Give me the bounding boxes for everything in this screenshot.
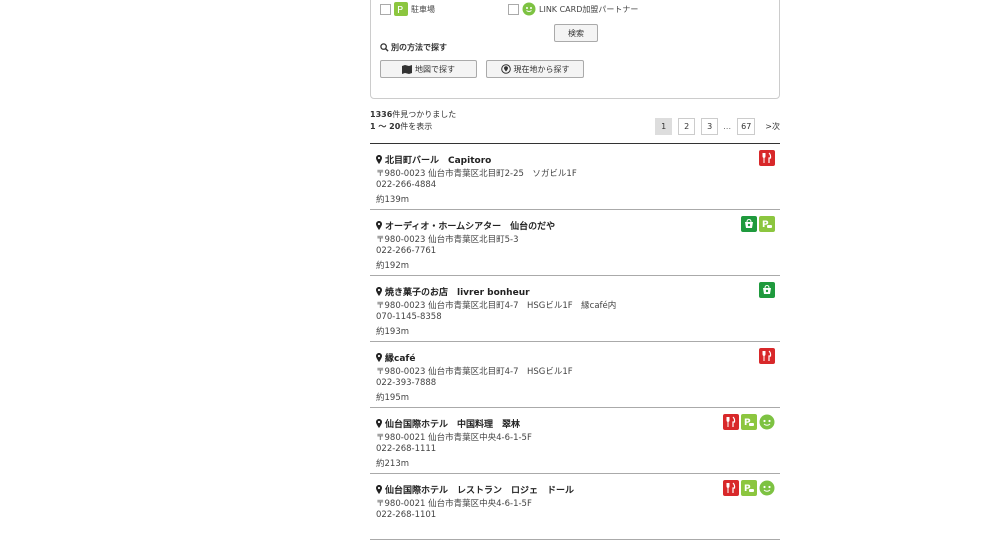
map-marker-icon (376, 287, 382, 296)
category-icons: P (721, 480, 775, 496)
shop-address: 〒980-0023 仙台市青葉区北目町2-25 ソガビル1F (376, 169, 577, 179)
next-page-link[interactable]: >次 (765, 121, 780, 132)
category-icons (757, 150, 775, 166)
shop-distance: 約139m (376, 195, 410, 205)
list-item: 焼き菓子のお店 livrer bonheur 〒980-0023 仙台市青葉区北… (370, 276, 780, 342)
shopping-icon (741, 216, 757, 232)
link-card-filter-label: LINK CARD加盟パートナー (539, 4, 639, 14)
parking-checkbox[interactable] (380, 3, 391, 15)
shop-name: 焼き菓子のお店 livrer bonheur (385, 288, 530, 298)
link-card-icon (759, 414, 775, 430)
location-pin-icon (500, 64, 511, 74)
shop-name-link[interactable]: 仙台国際ホテル レストラン ロジェ ドール (376, 483, 574, 496)
shop-distance: 約192m (376, 261, 410, 271)
svg-text:P: P (744, 484, 751, 494)
parking-icon: P (741, 480, 757, 496)
found-count: 1336 (370, 110, 393, 119)
shop-address: 〒980-0023 仙台市青葉区北目町4-7 HSGビル1F (376, 367, 573, 377)
pagination: 1 2 3 … 67 >次 (649, 118, 780, 135)
food-icon (723, 480, 739, 496)
range-text: 1 〜 20 (370, 122, 401, 131)
page-3[interactable]: 3 (701, 118, 719, 135)
map-marker-icon (376, 419, 382, 428)
link-card-checkbox[interactable] (508, 3, 519, 15)
map-marker-icon (376, 485, 382, 494)
food-icon (759, 150, 775, 166)
food-icon (759, 348, 775, 364)
found-suffix: 件見つかりました (392, 110, 457, 119)
page-1[interactable]: 1 (655, 118, 673, 135)
shop-phone: 022-268-1111 (376, 444, 437, 454)
location-search-button[interactable]: 現在地から探す (486, 60, 584, 78)
svg-text:P: P (397, 5, 403, 15)
search-panel: P 駐車場 LINK CARD加盟パートナー 検索 別の方法で探す 地図で探す … (370, 0, 780, 99)
shop-name: 縁café (385, 354, 416, 364)
map-marker-icon (376, 353, 382, 362)
page-last[interactable]: 67 (737, 118, 756, 135)
shop-name-link[interactable]: 焼き菓子のお店 livrer bonheur (376, 285, 530, 298)
food-icon (723, 414, 739, 430)
map-icon (402, 64, 412, 74)
svg-text:P: P (744, 418, 751, 428)
shop-name: 仙台国際ホテル 中国料理 翠林 (385, 420, 521, 430)
shop-name: 仙台国際ホテル レストラン ロジェ ドール (385, 486, 575, 496)
shop-address: 〒980-0023 仙台市青葉区北目町4-7 HSGビル1F 縁café内 (376, 301, 617, 311)
shop-phone: 022-266-4884 (376, 180, 437, 190)
shop-name-link[interactable]: オーディオ・ホームシアター 仙台のだや (376, 219, 555, 232)
page-2[interactable]: 2 (678, 118, 696, 135)
list-item: オーディオ・ホームシアター 仙台のだや 〒980-0023 仙台市青葉区北目町5… (370, 210, 780, 276)
location-search-label: 現在地から探す (513, 64, 570, 74)
shop-phone: 022-268-1101 (376, 510, 437, 520)
shop-address: 〒980-0021 仙台市青葉区中央4-6-1-5F (376, 499, 532, 509)
parking-filter[interactable]: P 駐車場 (380, 2, 435, 16)
map-marker-icon (376, 155, 382, 164)
shop-name: 北目町バール Capitoro (385, 156, 492, 166)
parking-icon: P (741, 414, 757, 430)
category-icons (757, 282, 775, 298)
parking-icon: P (759, 216, 775, 232)
shop-phone: 070-1145-8358 (376, 312, 442, 322)
shop-name-link[interactable]: 仙台国際ホテル 中国料理 翠林 (376, 417, 520, 430)
magnifier-icon (380, 43, 389, 52)
map-marker-icon (376, 221, 382, 230)
shop-phone: 022-393-7888 (376, 378, 437, 388)
map-search-label: 地図で探す (415, 64, 455, 74)
category-icons: P (739, 216, 775, 232)
page-ellipsis: … (723, 122, 732, 131)
shopping-icon (759, 282, 775, 298)
parking-filter-label: 駐車場 (411, 4, 435, 14)
shop-list: 北目町バール Capitoro 〒980-0023 仙台市青葉区北目町2-25 … (370, 143, 780, 540)
range-suffix: 件を表示 (400, 122, 433, 131)
link-card-icon (522, 2, 536, 16)
search-button[interactable]: 検索 (554, 24, 598, 42)
shop-address: 〒980-0021 仙台市青葉区中央4-6-1-5F (376, 433, 532, 443)
list-item: 仙台国際ホテル レストラン ロジェ ドール 〒980-0021 仙台市青葉区中央… (370, 474, 780, 540)
list-item: 縁café 〒980-0023 仙台市青葉区北目町4-7 HSGビル1F 022… (370, 342, 780, 408)
category-icons: P (721, 414, 775, 430)
map-search-button[interactable]: 地図で探す (380, 60, 477, 78)
list-item: 仙台国際ホテル 中国料理 翠林 〒980-0021 仙台市青葉区中央4-6-1-… (370, 408, 780, 474)
shop-address: 〒980-0023 仙台市青葉区北目町5-3 (376, 235, 519, 245)
result-count: 1336件見つかりました 1 〜 20件を表示 (370, 109, 456, 133)
shop-name: オーディオ・ホームシアター 仙台のだや (385, 222, 556, 232)
shop-name-link[interactable]: 北目町バール Capitoro (376, 153, 491, 166)
shop-phone: 022-266-7761 (376, 246, 437, 256)
alt-search-label: 別の方法で探す (391, 43, 447, 52)
parking-icon: P (394, 2, 408, 16)
svg-text:P: P (762, 220, 769, 230)
alt-search-heading: 別の方法で探す (380, 42, 447, 53)
link-card-filter[interactable]: LINK CARD加盟パートナー (508, 2, 638, 16)
category-icons (757, 348, 775, 364)
shop-distance: 約213m (376, 459, 410, 469)
shop-distance: 約195m (376, 393, 410, 403)
list-item: 北目町バール Capitoro 〒980-0023 仙台市青葉区北目町2-25 … (370, 144, 780, 210)
shop-distance: 約193m (376, 327, 410, 337)
shop-name-link[interactable]: 縁café (376, 351, 415, 364)
link-card-icon (759, 480, 775, 496)
